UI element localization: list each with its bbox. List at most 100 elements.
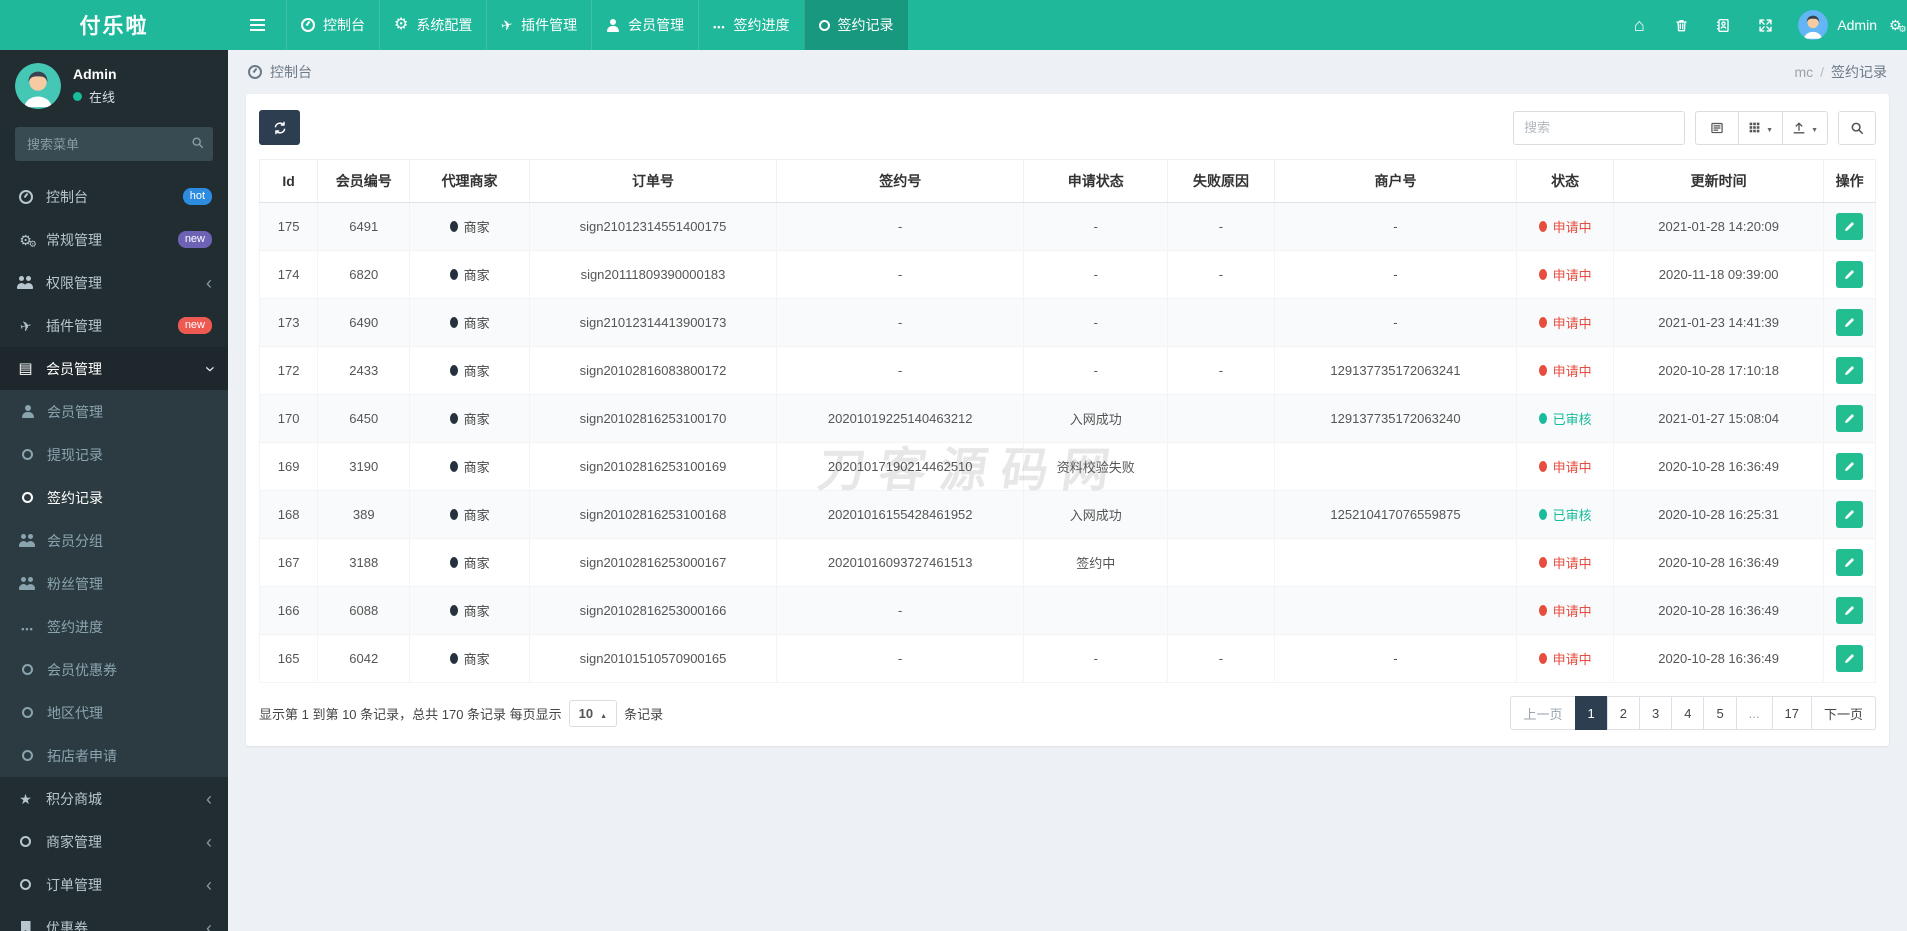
column-header[interactable]: 状态 xyxy=(1516,159,1615,203)
home-button[interactable] xyxy=(1618,0,1660,50)
home-icon xyxy=(1634,16,1645,34)
bookmark-icon xyxy=(20,921,31,931)
submenu-member-groups[interactable]: 会员分组 xyxy=(0,519,228,562)
submenu-member-coupons[interactable]: 会员优惠券 xyxy=(0,648,228,691)
column-header[interactable]: 失败原因 xyxy=(1167,159,1275,203)
edit-button[interactable] xyxy=(1836,261,1864,288)
edit-button[interactable] xyxy=(1836,405,1864,432)
edit-button[interactable] xyxy=(1836,213,1864,240)
brand-logo: 付乐啦 xyxy=(79,15,149,38)
cell-merchant-no: 129137735172063241 xyxy=(1273,346,1518,395)
status-dot-icon xyxy=(1538,653,1547,664)
page-size-select[interactable]: 10 xyxy=(568,699,618,727)
settings-button[interactable] xyxy=(1889,0,1907,50)
refresh-button[interactable] xyxy=(259,110,300,145)
cell-updated: 2021-01-23 14:41:39 xyxy=(1613,298,1825,347)
table-row: 169 3190 商家 sign20102816253100169 202010… xyxy=(258,442,1876,491)
gear-icon xyxy=(394,17,408,33)
column-header[interactable]: 会员编号 xyxy=(317,159,411,203)
page-button[interactable]: 2 xyxy=(1606,696,1640,730)
column-header[interactable]: 订单号 xyxy=(528,159,778,203)
breadcrumb-parent[interactable]: mc xyxy=(1794,64,1813,80)
edit-button[interactable] xyxy=(1836,549,1864,576)
pencil-icon xyxy=(1845,654,1854,663)
page-button[interactable]: 下一页 xyxy=(1810,696,1876,730)
submenu-region-agent[interactable]: 地区代理 xyxy=(0,691,228,734)
edit-button[interactable] xyxy=(1836,309,1864,336)
tab-system-config[interactable]: 系统配置 xyxy=(379,0,486,50)
menu-search-input[interactable] xyxy=(15,127,213,161)
page-button[interactable]: 17 xyxy=(1771,696,1812,730)
sidebar-item-member[interactable]: 会员管理 xyxy=(0,347,228,390)
toggle-view-button[interactable] xyxy=(1695,110,1740,145)
page-button[interactable]: ... xyxy=(1735,696,1773,730)
cell-status: 申请中 xyxy=(1516,250,1615,299)
columns-button[interactable] xyxy=(1738,110,1784,145)
cell-status: 已审核 xyxy=(1516,490,1615,539)
page-button[interactable]: 上一页 xyxy=(1510,696,1576,730)
table-row: 168 389 商家 sign20102816253100168 2020101… xyxy=(258,490,1876,539)
column-header[interactable]: 商户号 xyxy=(1273,159,1518,203)
sidebar-item-points-mall[interactable]: 积分商城 xyxy=(0,777,228,820)
sidebar-item-merchant-manage[interactable]: 商家管理 xyxy=(0,820,228,863)
cell-order-no: sign20101510570900165 xyxy=(528,634,778,683)
cell-fail-reason xyxy=(1167,442,1275,491)
edit-button[interactable] xyxy=(1836,597,1864,624)
submenu-member-manage[interactable]: 会员管理 xyxy=(0,390,228,433)
tab-sign-progress[interactable]: 签约进度 xyxy=(698,0,803,50)
column-header[interactable]: 申请状态 xyxy=(1023,159,1169,203)
tab-plugin-manage[interactable]: 插件管理 xyxy=(486,0,591,50)
page-button[interactable]: 5 xyxy=(1703,696,1737,730)
sidebar-toggle-button[interactable] xyxy=(228,0,286,50)
sidebar-item-coupons[interactable]: 优惠券 xyxy=(0,906,228,931)
cell-id: 172 xyxy=(258,346,319,395)
edit-button[interactable] xyxy=(1836,501,1864,528)
records-summary: 显示第 1 到第 10 条记录，总共 170 条记录 每页显示 10 条记录 xyxy=(259,699,663,727)
edit-button[interactable] xyxy=(1836,453,1864,480)
circle-icon xyxy=(22,707,33,718)
submenu-fans-manage[interactable]: 粉丝管理 xyxy=(0,562,228,605)
clear-cache-button[interactable] xyxy=(1660,0,1702,50)
page-button[interactable]: 3 xyxy=(1638,696,1673,730)
cell-apply-status: 签约中 xyxy=(1023,538,1169,587)
sidebar-item-plugin[interactable]: 插件管理new xyxy=(0,304,228,347)
cell-id: 166 xyxy=(258,586,319,635)
export-icon xyxy=(1793,122,1805,133)
records-table: Id 会员编号 代理商家 订单号 签约号 申请状态 失败原因 商户号 状态 更新时间 操作 175 … xyxy=(258,159,1876,683)
username-label: Admin xyxy=(1837,17,1877,33)
column-header[interactable]: 操作 xyxy=(1823,159,1876,203)
sidebar-item-order-manage[interactable]: 订单管理 xyxy=(0,863,228,906)
users-icon xyxy=(17,276,34,289)
trash-icon xyxy=(1676,19,1687,31)
dashboard-icon xyxy=(301,18,315,32)
cell-status: 申请中 xyxy=(1516,634,1615,683)
submenu-withdraw-records[interactable]: 提现记录 xyxy=(0,433,228,476)
column-header[interactable]: 签约号 xyxy=(776,159,1025,203)
submenu-shop-applications[interactable]: 拓店者申请 xyxy=(0,734,228,777)
export-button[interactable] xyxy=(1782,110,1828,145)
tab-dashboard[interactable]: 控制台 xyxy=(286,0,379,50)
tab-member-manage[interactable]: 会员管理 xyxy=(591,0,698,50)
sidebar-item-permission[interactable]: 权限管理 xyxy=(0,261,228,304)
sidebar-item-general[interactable]: 常规管理new xyxy=(0,218,228,261)
column-header[interactable]: 代理商家 xyxy=(409,159,530,203)
page-button[interactable]: 4 xyxy=(1671,696,1705,730)
column-header[interactable]: 更新时间 xyxy=(1613,159,1825,203)
module-market-button[interactable] xyxy=(1702,0,1744,50)
sidebar-item-dashboard[interactable]: 控制台 hot xyxy=(0,175,228,218)
cell-sign-no: - xyxy=(776,250,1025,299)
submenu-sign-records[interactable]: 签约记录 xyxy=(0,476,228,519)
fullscreen-button[interactable] xyxy=(1744,0,1786,50)
cell-actions xyxy=(1823,202,1876,251)
cell-sign-no: - xyxy=(776,298,1025,347)
edit-button[interactable] xyxy=(1836,645,1864,672)
submenu-sign-progress[interactable]: 签约进度 xyxy=(0,605,228,648)
edit-button[interactable] xyxy=(1836,357,1864,384)
page-button[interactable]: 1 xyxy=(1574,696,1608,730)
table-search-input[interactable] xyxy=(1513,110,1686,145)
column-header[interactable]: Id xyxy=(258,159,319,203)
cell-status: 申请中 xyxy=(1516,442,1615,491)
tab-sign-records[interactable]: 签约记录 xyxy=(803,0,908,50)
user-menu[interactable]: Admin xyxy=(1786,10,1889,40)
search-button[interactable] xyxy=(1838,110,1876,145)
